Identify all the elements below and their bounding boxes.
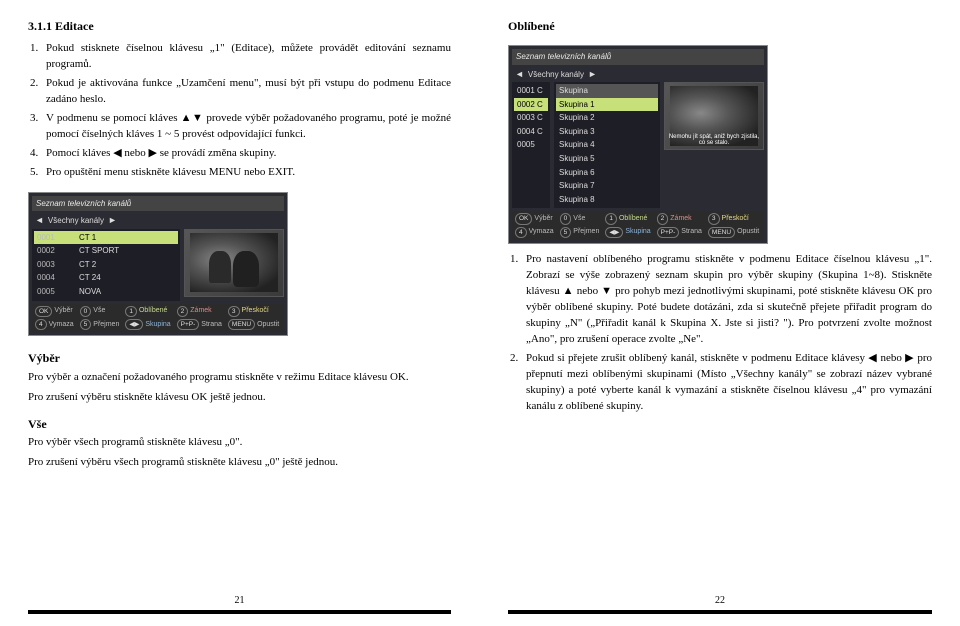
ss-key: 1Oblíbené [125, 306, 170, 317]
ss-channel-row: 0003CT 2 [34, 258, 178, 272]
list-text: Pokud si přejete zrušit oblíbený kanál, … [526, 352, 932, 412]
list-item: 2.Pokud je aktivována funkce „Uzamčení m… [46, 76, 451, 108]
list-item: 1.Pokud stisknete číselnou klávesu „1" (… [46, 41, 451, 73]
ss-sublabel: Skupina [556, 84, 658, 98]
vse-text: Pro zrušení výběru všech programů stiskn… [28, 455, 451, 471]
list-text: Pomocí kláves ◀ nebo ▶ se provádí změna … [46, 147, 276, 159]
ss-title: Seznam televizních kanálů [32, 196, 284, 212]
ss-key: ◀▶Skupina [605, 227, 650, 238]
tv-screenshot-oblibene: Seznam televizních kanálů ◄ Všechny kaná… [508, 45, 768, 244]
ss-key: 4Vymaza [35, 319, 74, 330]
ss-group-row: Skupina 4 [556, 138, 658, 152]
vyber-text: Pro výběr a označení požadovaného progra… [28, 370, 451, 386]
ss-channel-row: 0002CT SPORT [34, 244, 178, 258]
ss-key: 1Oblíbené [605, 213, 650, 224]
ss-key: 2Zámek [657, 213, 702, 224]
ss-group-row: Skupina 8 [556, 193, 658, 207]
page-number: 21 [28, 588, 451, 609]
ss-key: MENUOpustit [708, 227, 759, 238]
ss-key: 5Přejmen [560, 227, 600, 238]
ss-group-label: Všechny kanály [48, 215, 104, 227]
list-item: 1.Pro nastavení oblíbeného programu stis… [526, 252, 932, 348]
list-text: V podmenu se pomocí kláves ▲▼ provede vý… [46, 112, 451, 140]
ss-preview-window: Nemohu jít spát, aniž bych zjistila, co … [664, 82, 764, 150]
ss-group-label: Všechny kanály [528, 69, 584, 81]
ss-group-row: Skupina 3 [556, 125, 658, 139]
ss-key: 0Vše [80, 306, 120, 317]
list-item: 2.Pokud si přejete zrušit oblíbený kanál… [526, 351, 932, 415]
ss-key: OKVýběr [35, 306, 74, 317]
ss-key: 4Vymaza [515, 227, 554, 238]
section-heading: 3.1.1 Editace [28, 18, 451, 35]
list-text: Pro opuštění menu stiskněte klávesu MENU… [46, 166, 295, 178]
ss-group-row: Skupina 5 [556, 152, 658, 166]
ss-key: P+P-Strana [177, 319, 222, 330]
ss-group-row: Skupina 6 [556, 166, 658, 180]
page-left: 3.1.1 Editace 1.Pokud stisknete číselnou… [0, 0, 480, 626]
ss-key: MENUOpustit [228, 319, 279, 330]
page-number: 22 [508, 588, 932, 609]
ss-code-row: 0001 C [514, 84, 548, 98]
ss-key: 2Zámek [177, 306, 222, 317]
ss-key: ◀▶Skupina [125, 319, 170, 330]
page-right: Oblíbené Seznam televizních kanálů ◄ Vše… [480, 0, 960, 626]
ss-title: Seznam televizních kanálů [512, 49, 764, 65]
ss-key: 0Vše [560, 213, 600, 224]
page-rule [28, 610, 451, 614]
editace-list: 1.Pokud stisknete číselnou klávesu „1" (… [28, 41, 451, 184]
list-item: 5.Pro opuštění menu stiskněte klávesu ME… [46, 165, 451, 181]
vse-heading: Vše [28, 416, 451, 433]
ss-key: 3Přeskočí [228, 306, 279, 317]
ss-code-list: 0001 C 0002 C 0003 C 0004 C 0005 [512, 82, 550, 208]
ss-group-row: ◄ Všechny kanály ► [32, 213, 284, 228]
vyber-text: Pro zrušení výběru stiskněte klávesu OK … [28, 390, 451, 406]
ss-channel-row: 0004CT 24 [34, 271, 178, 285]
ss-code-row: 0003 C [514, 111, 548, 125]
ss-key: OKVýběr [515, 213, 554, 224]
ss-key: P+P-Strana [657, 227, 702, 238]
tv-screenshot-editace: Seznam televizních kanálů ◄ Všechny kaná… [28, 192, 288, 336]
chevron-right-icon: ► [588, 68, 597, 81]
ss-group-row: Skupina 7 [556, 179, 658, 193]
ss-code-row: 0005 [514, 138, 548, 152]
ss-channel-row: 0005NOVA [34, 285, 178, 299]
ss-group-row: ◄ Všechny kanály ► [512, 67, 764, 82]
ss-code-row: 0004 C [514, 125, 548, 139]
chevron-left-icon: ◄ [515, 68, 524, 81]
list-text: Pokud stisknete číselnou klávesu „1" (Ed… [46, 42, 451, 70]
ss-footer-keys: OKVýběr 0Vše 1Oblíbené 2Zámek 3Přeskočí … [512, 211, 764, 240]
page-rule [508, 610, 932, 614]
ss-preview-caption: Nemohu jít spát, aniž bych zjistila, co … [667, 134, 761, 147]
ss-group-row: Skupina 2 [556, 111, 658, 125]
ss-preview-scene [190, 233, 278, 292]
list-text: Pro nastavení oblíbeného programu stiskn… [526, 253, 932, 345]
oblibene-list: 1.Pro nastavení oblíbeného programu stis… [508, 252, 932, 417]
chevron-left-icon: ◄ [35, 214, 44, 227]
ss-key: 5Přejmen [80, 319, 120, 330]
ss-group-row: Skupina 1 [556, 98, 658, 112]
ss-footer-keys: OKVýběr 0Vše 1Oblíbené 2Zámek 3Přeskočí … [32, 304, 284, 333]
ss-channel-row: 0001CT 1 [34, 231, 178, 245]
chevron-right-icon: ► [108, 214, 117, 227]
vse-text: Pro výběr všech programů stiskněte kláve… [28, 435, 451, 451]
ss-preview-window [184, 229, 284, 297]
list-text: Pokud je aktivována funkce „Uzamčení men… [46, 77, 451, 105]
ss-group-list: Skupina Skupina 1 Skupina 2 Skupina 3 Sk… [554, 82, 660, 208]
ss-code-row: 0002 C [514, 98, 548, 112]
list-item: 4.Pomocí kláves ◀ nebo ▶ se provádí změn… [46, 146, 451, 162]
ss-channel-list: 0001CT 1 0002CT SPORT 0003CT 2 0004CT 24… [32, 229, 180, 301]
vyber-heading: Výběr [28, 350, 451, 367]
oblibene-heading: Oblíbené [508, 18, 932, 35]
ss-key: 3Přeskočí [708, 213, 759, 224]
list-item: 3.V podmenu se pomocí kláves ▲▼ provede … [46, 111, 451, 143]
